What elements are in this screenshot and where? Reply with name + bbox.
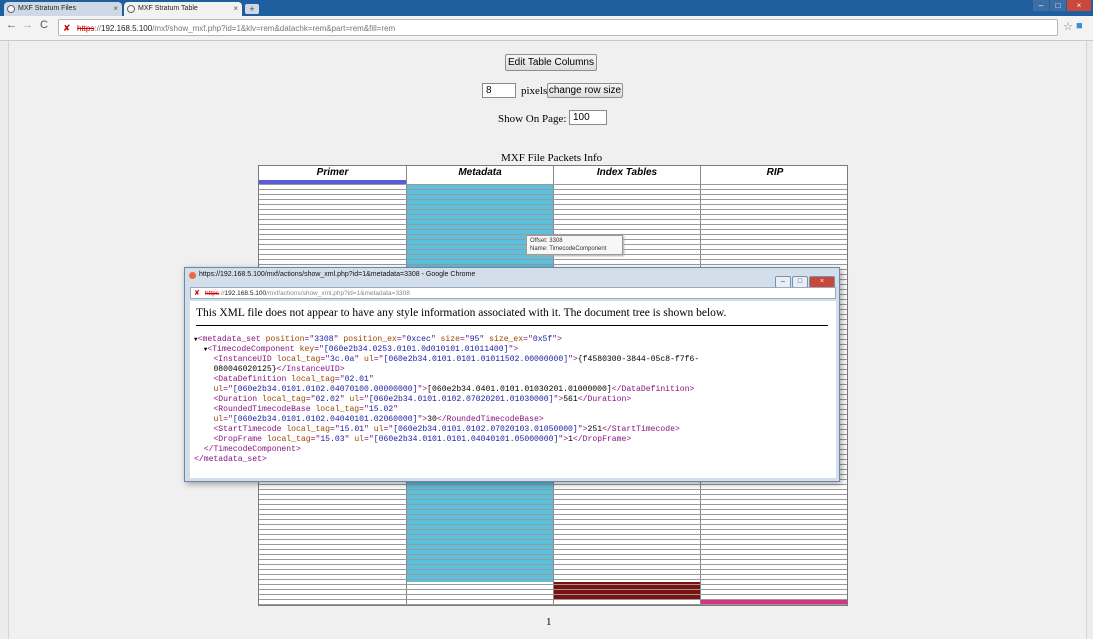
maximize-icon[interactable]: □ [1050, 0, 1066, 11]
bookmark-star-icon[interactable]: ☆ [1063, 20, 1073, 33]
tab-mxf-stratum-table[interactable]: MXF Stratum Table × [124, 2, 242, 16]
insecure-lock-icon: ✘ [194, 290, 200, 297]
reload-icon[interactable]: C [40, 19, 48, 31]
change-row-size-button[interactable]: change row size [547, 83, 623, 98]
show-on-page-input[interactable]: 100 [569, 110, 607, 125]
rip-packet-cell[interactable] [701, 600, 847, 605]
browser-toolbar: ← → C ✘ https://192.168.5.100/mxf/show_mx… [0, 16, 1093, 41]
xml-line: <RoundedTimecodeBase local_tag="15.02" [213, 405, 399, 414]
insecure-lock-icon: ✘ [63, 23, 71, 33]
address-bar[interactable]: ✘ https://192.168.5.100/mxf/show_mxf.php?… [58, 19, 1058, 36]
pixels-label: pixels [521, 85, 548, 97]
show-on-page-label: Show On Page: [498, 113, 567, 125]
xml-line: <DropFrame local_tag="15.03" ul="[060e2b… [213, 435, 632, 444]
xml-line: <Duration local_tag="02.02" ul="[060e2b3… [213, 395, 632, 404]
popup-window-title: https://192.168.5.100/mxf/actions/show_x… [199, 271, 476, 278]
tab-mxf-stratum-files[interactable]: MXF Stratum Files × [4, 2, 122, 16]
popup-window-controls: – □ × [774, 270, 835, 288]
primer-packet-cell[interactable] [259, 180, 406, 184]
page-number-link[interactable]: 1 [546, 616, 552, 628]
forward-icon[interactable]: → [22, 19, 33, 31]
popup-address-bar: ✘ https://192.168.5.100/mxf/actions/show_… [190, 287, 836, 299]
xml-line: ul="[060e2b34.0101.0102.04070100.0000000… [213, 385, 695, 394]
table-title: MXF File Packets Info [501, 152, 603, 164]
url-host: 192.168.5.100 [101, 24, 153, 33]
url-separator: :// [94, 24, 102, 33]
xml-line: 080046020125}</InstanceUID> [213, 365, 345, 374]
url-host: 192.168.5.100 [224, 290, 267, 297]
xml-line: <DataDefinition local_tag="02.01" [213, 375, 374, 384]
extension-icon[interactable]: ■ [1076, 20, 1083, 32]
index-table-packet-cells[interactable] [554, 582, 700, 600]
xml-tree: ▼<metadata_set position="3308" position_… [194, 335, 699, 465]
column-header-metadata: Metadata [407, 166, 554, 180]
tooltip-name: Name: TimecodeComponent [530, 246, 607, 252]
close-window-icon[interactable]: × [1067, 0, 1091, 11]
xml-line: ▼<TimecodeComponent key="[060e2b34.0253.… [203, 345, 519, 354]
cell-tooltip: Offset: 3308 Name: TimecodeComponent [526, 235, 623, 255]
xml-line: <StartTimecode local_tag="15.01" ul="[06… [213, 425, 680, 434]
tooltip-offset: Offset: 3308 [530, 238, 563, 244]
url-scheme: https [77, 24, 95, 33]
tab-title: MXF Stratum Files [18, 5, 76, 12]
chrome-icon [189, 272, 196, 279]
divider [196, 325, 828, 326]
column-header-index-tables: Index Tables [554, 166, 701, 180]
edit-table-columns-button[interactable]: Edit Table Columns [505, 54, 597, 71]
close-tab-icon[interactable]: × [113, 2, 118, 16]
new-tab-button[interactable]: + [245, 4, 259, 14]
xml-line: ▼<metadata_set position="3308" position_… [194, 335, 562, 344]
browser-tab-strip: MXF Stratum Files × MXF Stratum Table × … [0, 0, 1093, 16]
close-tab-icon[interactable]: × [233, 2, 238, 16]
tab-title: MXF Stratum Table [138, 5, 198, 12]
xml-style-notice: This XML file does not appear to have an… [196, 307, 727, 319]
xml-viewer: This XML file does not appear to have an… [190, 301, 836, 478]
back-icon[interactable]: ← [6, 19, 17, 31]
globe-icon [127, 5, 135, 13]
xml-line: ul="[060e2b34.0101.0102.04040101.0206000… [213, 415, 544, 424]
url-path: /mxf/actions/show_xml.php?id=1&metadata=… [266, 290, 410, 297]
row-size-input[interactable]: 8 [482, 83, 516, 98]
minimize-icon[interactable]: – [1033, 0, 1049, 11]
window-controls: – □ × [1033, 0, 1091, 12]
url-path: /mxf/show_mxf.php?id=1&klv=rem&datachk=r… [152, 24, 396, 33]
xml-line: </TimecodeComponent> [203, 445, 301, 454]
column-header-primer: Primer [259, 166, 407, 180]
xml-popup-window: https://192.168.5.100/mxf/actions/show_x… [184, 267, 840, 482]
xml-line: <InstanceUID local_tag="3c.0a" ul="[060e… [213, 355, 700, 364]
column-header-rip: RIP [766, 167, 784, 178]
url-scheme: https [205, 290, 220, 297]
xml-line: </metadata_set> [194, 455, 267, 464]
globe-icon [7, 5, 15, 13]
